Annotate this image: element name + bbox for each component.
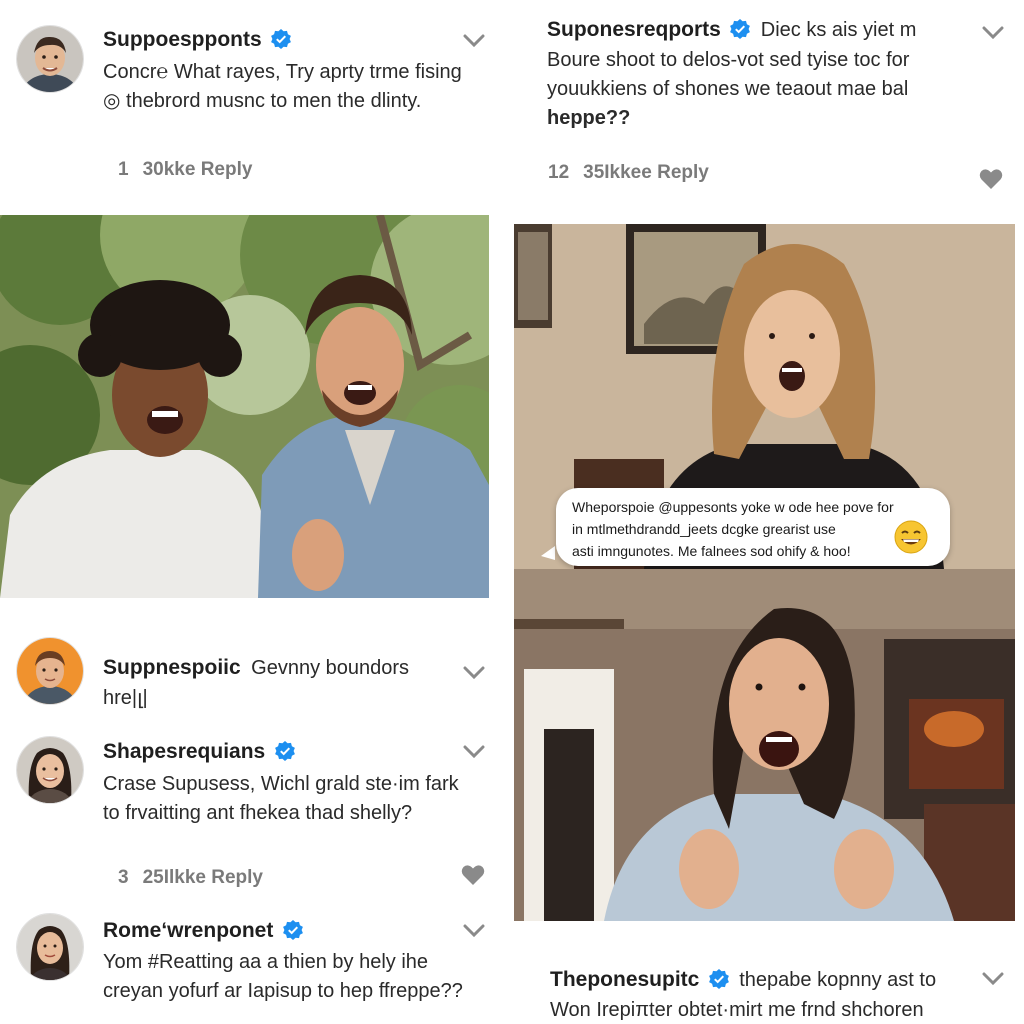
comment-inline-text: Gevnny boundors: [251, 657, 410, 679]
avatar-photo: [17, 737, 83, 803]
post-photo-woman-excited[interactable]: [514, 569, 1015, 921]
heart-icon[interactable]: [979, 168, 1003, 190]
bubble-line: asti imngunotes. Me falnees sod ohify & …: [572, 543, 851, 559]
like-count: 3: [118, 867, 129, 888]
verified-badge-icon: [282, 920, 303, 940]
verified-badge-icon: [274, 741, 295, 761]
avatar[interactable]: [17, 638, 83, 704]
chevron-down-icon[interactable]: [463, 666, 485, 680]
comment-header: Suppoesppont‌s: [103, 28, 292, 52]
comment-text: Boure shoot to delos-vot sed tyise toc f…: [547, 46, 967, 133]
photo-image: [0, 215, 489, 598]
avatar[interactable]: [17, 26, 83, 92]
comment-header: Rome‘wrenponet: [103, 919, 303, 943]
avatar-photo: [17, 26, 83, 92]
comment-meta: 1 30kke Reply: [118, 159, 266, 181]
bubble-line: in mtlmethdrandd_jeets dcgke grearist us…: [572, 521, 836, 537]
avatar[interactable]: [17, 737, 83, 803]
comment-text: Crase Supusess, Wichl grald ste·im fark …: [103, 773, 459, 824]
like-reply-link[interactable]: 25Ilkke Reply: [143, 867, 263, 888]
comment-header: Shapesrequians: [103, 740, 295, 764]
speech-bubble: Wheporspoie @uppesonts yoke w ode hee po…: [556, 488, 950, 566]
comment-text: Yom #Reatting aa a thien by hely ihe cre…: [103, 951, 463, 1002]
comment-inline-text: Diec ks ais yiet m: [760, 19, 917, 41]
username[interactable]: Rome‘wrenponet: [103, 919, 273, 942]
chevron-down-icon[interactable]: [463, 924, 485, 938]
comment-body: Boure shoot to delos-vot sed tyise toc f…: [547, 49, 910, 100]
username[interactable]: Suppnespoiic: [103, 656, 241, 679]
avatar-photo: [17, 914, 83, 980]
username[interactable]: Theponesupitc: [550, 968, 699, 991]
username[interactable]: Suppoesppont‌s: [103, 28, 262, 51]
verified-badge-icon: [730, 19, 751, 39]
username[interactable]: Suponesreqports: [547, 18, 721, 41]
like-reply-link[interactable]: 35Ikkee Reply: [583, 162, 709, 183]
comment-emphasis: heppe??: [547, 107, 631, 129]
comment-text: hre|լ|: [103, 687, 148, 709]
comment-header: Suponesreqports Diec ks ais yiet m: [547, 18, 967, 42]
chevron-down-icon[interactable]: [982, 26, 1004, 40]
photo-image: [514, 569, 1015, 921]
chevron-down-icon[interactable]: [463, 745, 485, 759]
speech-bubble-tail: [541, 546, 555, 560]
like-count: 12: [548, 162, 570, 183]
comment-header: Suppnespoiic Gevnny boundors: [103, 656, 463, 680]
verified-badge-icon: [708, 969, 729, 989]
comment-text: Won Irepiπter obtet·mirt me frnd shchore…: [550, 999, 924, 1021]
avatar-photo: [17, 638, 83, 704]
post-photo-two-men[interactable]: [0, 215, 489, 598]
comment-meta: 12 35Ikkee Reply: [548, 162, 723, 184]
bubble-line: Wheporspoie @uppesonts yoke w ode hee po…: [572, 499, 894, 515]
verified-badge-icon: [271, 29, 292, 49]
comment-header: Theponesupitc thepabe kopnny ast to: [550, 968, 970, 992]
like-count: 1: [118, 159, 129, 180]
comment-inline-text: thepabe kopnny ast to: [739, 969, 937, 991]
chevron-down-icon[interactable]: [982, 972, 1004, 986]
like-reply-link[interactable]: 30kke Reply: [143, 159, 253, 180]
heart-icon[interactable]: [461, 864, 485, 886]
username[interactable]: Shapesrequians: [103, 740, 265, 763]
chevron-down-icon[interactable]: [463, 34, 485, 48]
grinning-face-emoji-icon: [894, 520, 928, 554]
comment-text: Concr℮ What rayes, Try aprty trme fising…: [103, 61, 462, 112]
comment-meta: 3 25Ilkke Reply: [118, 867, 277, 889]
avatar[interactable]: [17, 914, 83, 980]
